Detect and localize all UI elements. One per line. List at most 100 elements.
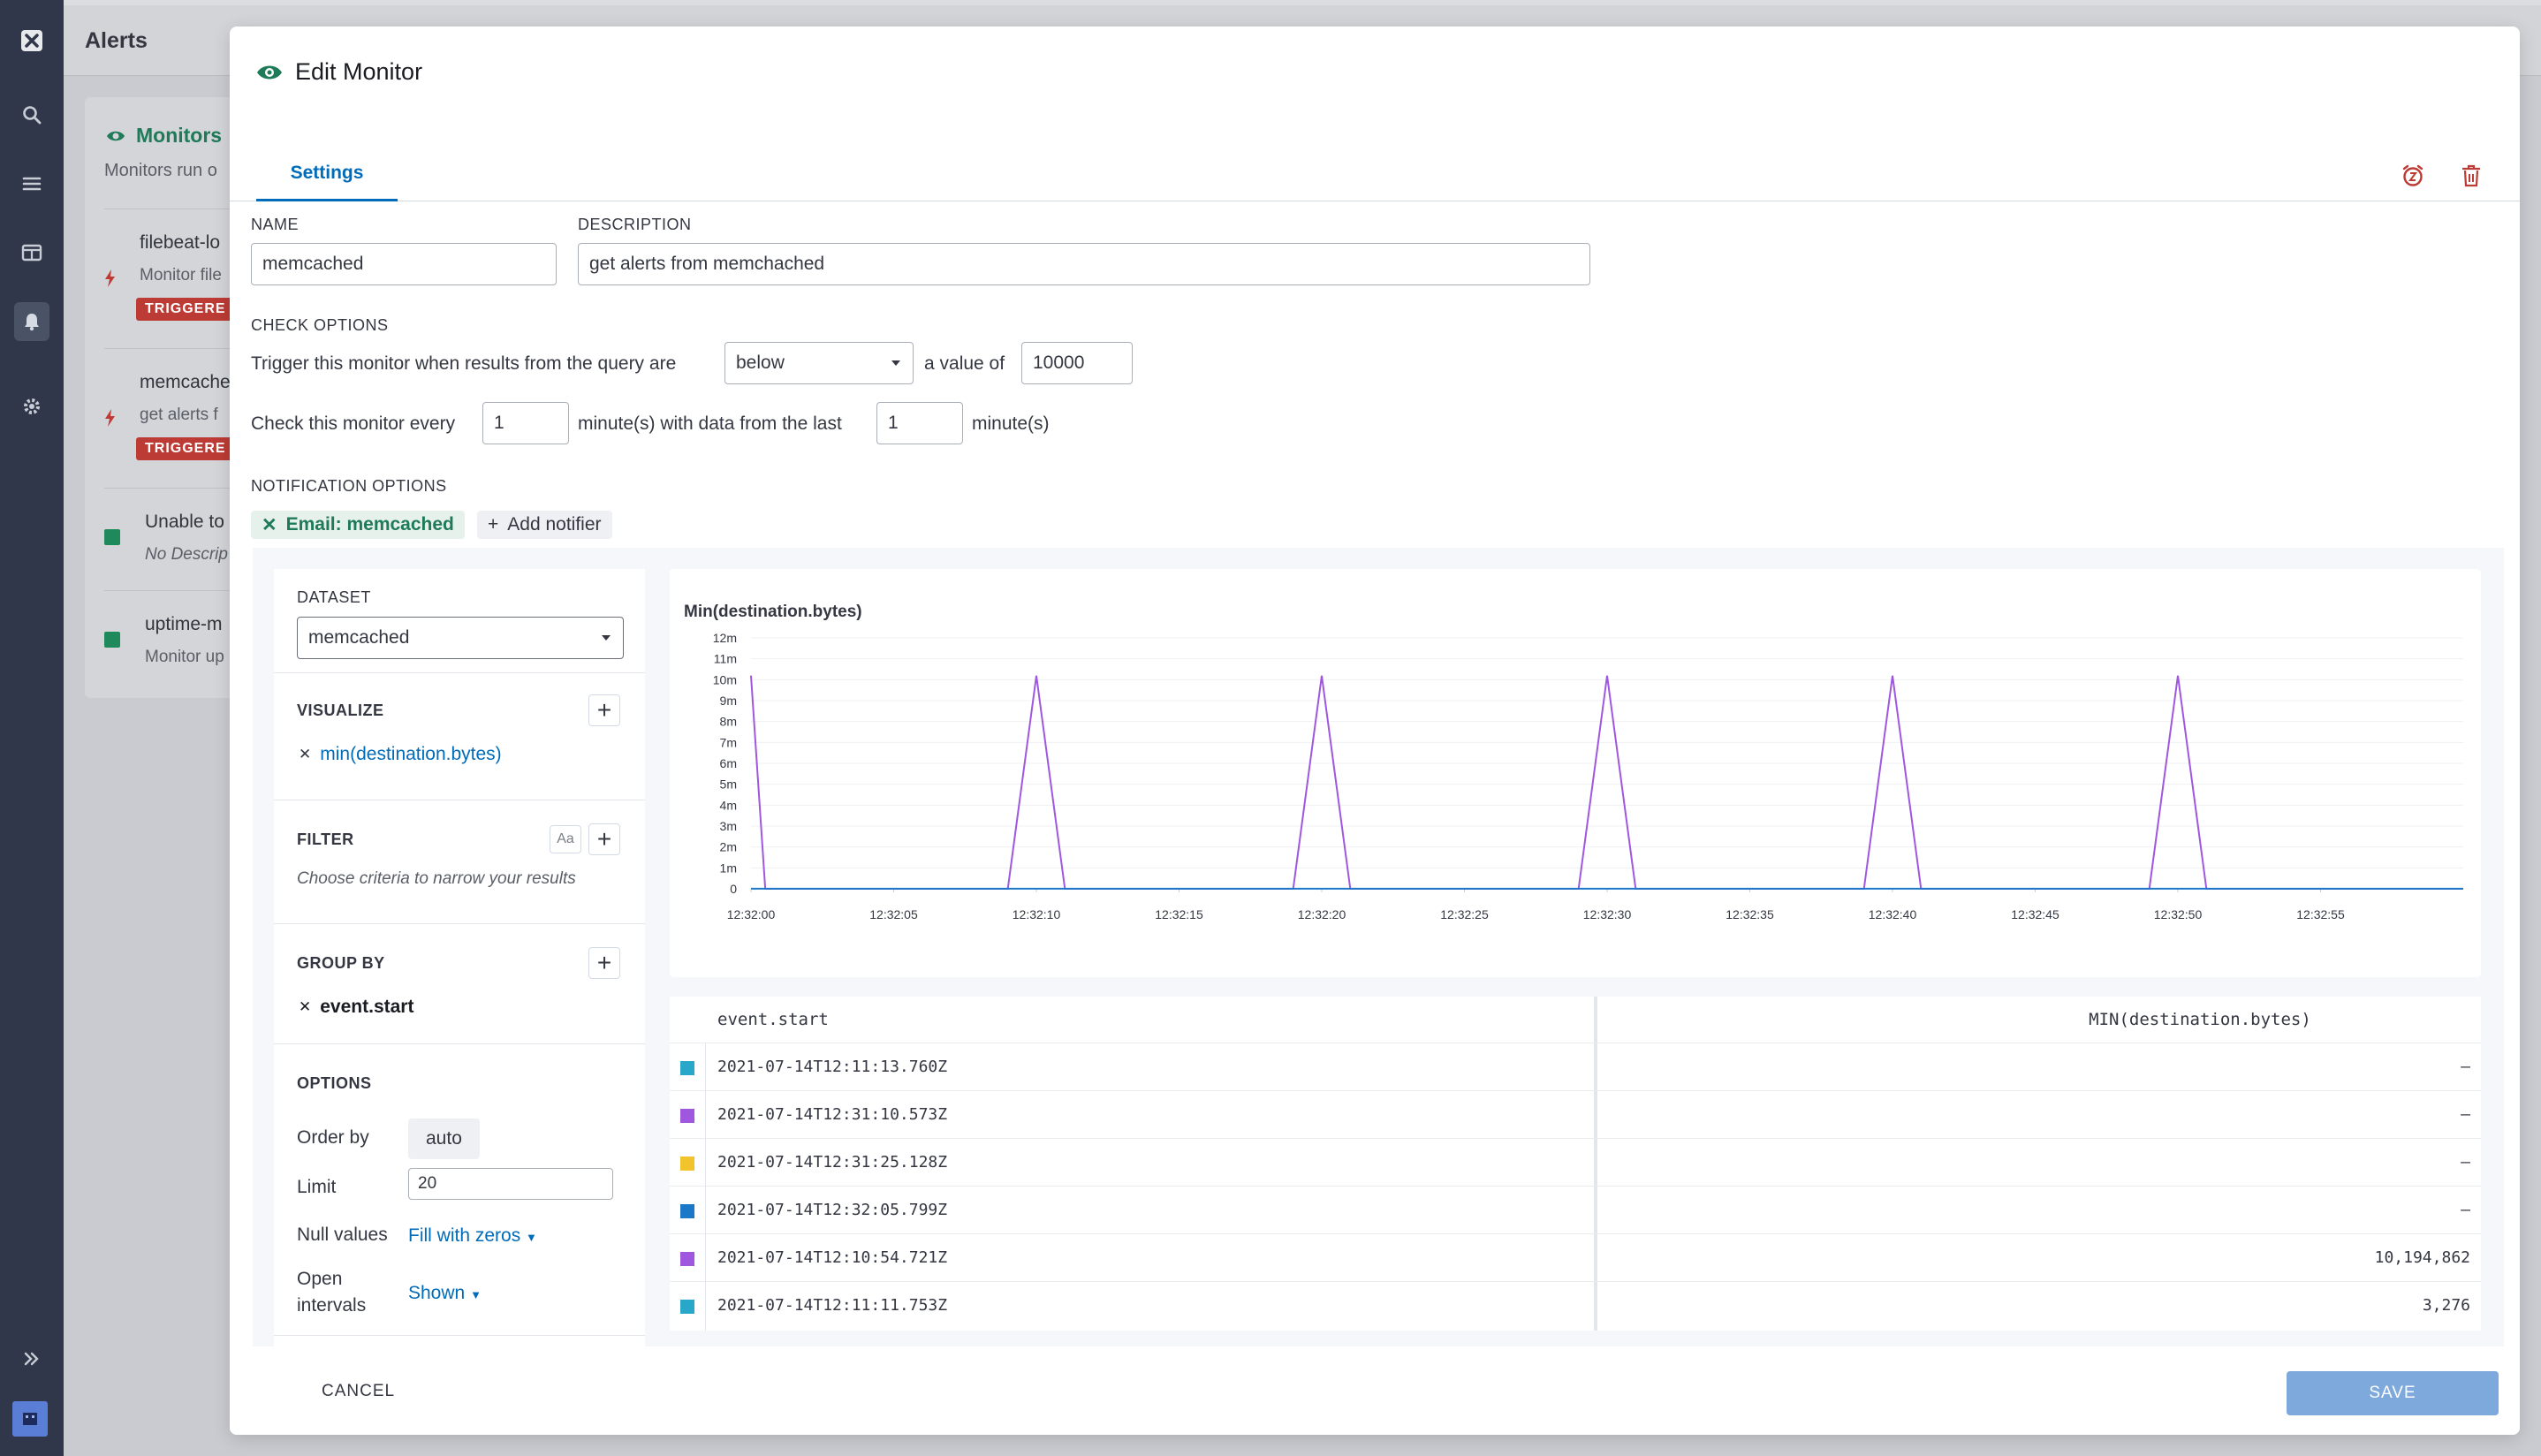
search-icon[interactable] — [16, 99, 48, 131]
expand-nav-icon[interactable] — [16, 1343, 48, 1375]
name-input[interactable]: memcached — [251, 243, 557, 285]
y-tick-label: 7m — [720, 735, 737, 749]
modal-header: Edit Monitor — [256, 58, 422, 86]
user-avatar-icon[interactable] — [12, 1401, 48, 1437]
check-options-label: CHECK OPTIONS — [251, 316, 389, 334]
table-header-min-bytes[interactable]: MIN(destination.bytes) — [1931, 997, 2469, 1043]
app-logo-icon[interactable] — [16, 25, 48, 57]
alerts-bell-icon[interactable] — [14, 302, 49, 341]
x-tick-label: 12:32:15 — [1155, 907, 1203, 921]
cancel-button[interactable]: CANCEL — [322, 1382, 395, 1401]
filter-label: FILTER — [297, 830, 354, 848]
groupby-label: GROUP BY — [297, 954, 385, 972]
delete-trash-icon[interactable] — [2458, 163, 2484, 189]
snooze-alarm-icon[interactable] — [2400, 163, 2426, 189]
line-chart: Min(destination.bytes) 0 1m 2m 3m 4m 5m 6m 7m 8m… — [684, 603, 2463, 921]
null-values-value: Fill with zeros — [408, 1225, 521, 1246]
description-input[interactable]: get alerts from memchached — [578, 243, 1590, 285]
cell-event-start: 2021-07-14T12:11:11.753Z — [717, 1296, 948, 1315]
trigger-operator-value: below — [736, 353, 785, 373]
name-label: NAME — [251, 216, 300, 233]
query-sidebar: DATASET memcached VISUALIZE + ✕ min(dest… — [274, 569, 645, 1435]
series-swatch — [680, 1300, 694, 1314]
y-tick-label: 8m — [720, 715, 737, 729]
case-sensitive-toggle[interactable]: Aa — [550, 825, 581, 853]
series-swatch — [680, 1109, 694, 1123]
notification-options-label: NOTIFICATION OPTIONS — [251, 477, 447, 495]
triggered-badge: TRIGGERE — [136, 437, 235, 460]
y-tick-label: 11m — [714, 652, 737, 666]
limit-input[interactable]: 20 — [408, 1168, 613, 1200]
x-tick-label: 12:32:20 — [1298, 907, 1346, 921]
x-tick-label: 12:32:30 — [1583, 907, 1632, 921]
notifier-pill[interactable]: ✕ Email: memcached — [251, 511, 465, 539]
remove-icon[interactable]: ✕ — [262, 514, 277, 536]
dataset-select[interactable]: memcached — [297, 617, 624, 659]
settings-gear-icon[interactable] — [16, 391, 48, 422]
tab-settings[interactable]: Settings — [256, 157, 398, 201]
x-tick-label: 12:32:35 — [1726, 907, 1774, 921]
table-row[interactable]: 2021-07-14T12:31:25.128Z – — [670, 1138, 2481, 1186]
dataset-section: DATASET memcached — [274, 569, 645, 673]
plus-icon: + — [488, 514, 499, 535]
table-row[interactable]: 2021-07-14T12:31:10.573Z – — [670, 1090, 2481, 1138]
cell-event-start: 2021-07-14T12:32:05.799Z — [717, 1201, 948, 1219]
monitor-name: uptime-m — [145, 614, 223, 634]
data-window-input[interactable]: 1 — [876, 402, 963, 444]
series-swatch — [680, 1204, 694, 1218]
x-tick-label: 12:32:05 — [869, 907, 918, 921]
x-tick-label: 12:32:40 — [1869, 907, 1917, 921]
monitor-desc: Monitor file — [140, 266, 222, 284]
check-every-input[interactable]: 1 — [482, 402, 569, 444]
value-of-text: a value of — [924, 353, 1005, 374]
add-filter-button[interactable]: + — [588, 823, 620, 855]
chart-card: Min(destination.bytes) 0 1m 2m 3m 4m 5m 6m 7m 8m… — [670, 569, 2481, 977]
modal-footer: CANCEL SAVE — [230, 1346, 2520, 1435]
cell-event-start: 2021-07-14T12:10:54.721Z — [717, 1248, 948, 1267]
save-button[interactable]: SAVE — [2287, 1371, 2499, 1415]
add-notifier-button[interactable]: + Add notifier — [477, 511, 612, 539]
null-values-label: Null values — [297, 1225, 388, 1245]
table-row[interactable]: 2021-07-14T12:11:11.753Z 3,276 — [670, 1281, 2481, 1329]
y-tick-label: 12m — [713, 631, 737, 645]
description-label: DESCRIPTION — [578, 216, 692, 233]
x-tick-label: 12:32:10 — [1013, 907, 1061, 921]
y-tick-label: 1m — [720, 861, 737, 875]
cell-event-start: 2021-07-14T12:31:10.573Z — [717, 1105, 948, 1124]
chart-title: Min(destination.bytes) — [684, 603, 862, 621]
add-notifier-label: Add notifier — [507, 514, 602, 535]
order-by-button[interactable]: auto — [408, 1119, 480, 1159]
trigger-text: Trigger this monitor when results from t… — [251, 353, 677, 374]
status-ok-icon — [104, 632, 120, 648]
visualize-pill[interactable]: ✕ min(destination.bytes) — [292, 740, 509, 769]
side-nav — [0, 0, 64, 1456]
open-intervals-dropdown[interactable]: Shown ▼ — [408, 1283, 482, 1304]
table-row[interactable]: 2021-07-14T12:10:54.721Z 10,194,862 — [670, 1233, 2481, 1281]
minutes-data-text: minute(s) with data from the last — [578, 413, 842, 434]
groupby-pill[interactable]: ✕ event.start — [292, 993, 421, 1021]
table-row[interactable]: 2021-07-14T12:32:05.799Z – — [670, 1186, 2481, 1233]
null-values-dropdown[interactable]: Fill with zeros ▼ — [408, 1225, 537, 1247]
add-groupby-button[interactable]: + — [588, 947, 620, 979]
query-builder: DATASET memcached VISUALIZE + ✕ min(dest… — [253, 548, 2504, 1435]
series-swatch — [680, 1061, 694, 1075]
cell-min-bytes: – — [2461, 1153, 2470, 1172]
table-header-event-start[interactable]: event.start — [717, 997, 829, 1043]
x-tick-label: 12:32:00 — [727, 907, 776, 921]
remove-icon[interactable]: ✕ — [299, 746, 311, 763]
cell-event-start: 2021-07-14T12:31:25.128Z — [717, 1153, 948, 1172]
table-row[interactable]: 2021-07-14T12:11:13.760Z – — [670, 1043, 2481, 1090]
x-tick-label: 12:32:45 — [2011, 907, 2059, 921]
monitor-desc: Monitor up — [145, 648, 224, 666]
x-tick-label: 12:32:25 — [1440, 907, 1489, 921]
trigger-value-input[interactable]: 10000 — [1021, 342, 1133, 384]
trigger-operator-select[interactable]: below — [724, 342, 914, 384]
dashboard-icon[interactable] — [16, 237, 48, 269]
remove-icon[interactable]: ✕ — [299, 998, 311, 1016]
open-intervals-label-2: intervals — [297, 1295, 367, 1316]
y-tick-label: 3m — [720, 819, 737, 833]
y-tick-label: 0 — [730, 882, 737, 896]
list-icon[interactable] — [16, 168, 48, 200]
cell-min-bytes: – — [2461, 1105, 2470, 1124]
add-visualize-button[interactable]: + — [588, 694, 620, 726]
